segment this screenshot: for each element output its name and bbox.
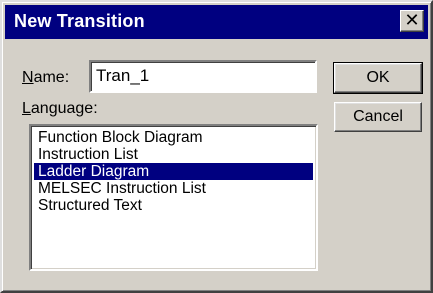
name-label: Name: [22,69,70,86]
close-button[interactable]: ✕ [400,10,424,32]
name-input[interactable]: Tran_1 [89,60,317,93]
new-transition-dialog: New Transition ✕ Name: Tran_1 Language: … [0,0,433,293]
language-option-structured-text[interactable]: Structured Text [34,197,313,214]
language-option-instruction-list[interactable]: Instruction List [34,146,313,163]
language-option-function-block-diagram[interactable]: Function Block Diagram [34,129,313,146]
ok-button[interactable]: OK [333,62,423,94]
language-option-ladder-diagram[interactable]: Ladder Diagram [34,163,313,180]
close-icon: ✕ [404,10,420,31]
language-listbox[interactable]: Function Block Diagram Instruction List … [29,124,318,271]
cancel-button[interactable]: Cancel [334,102,422,132]
dialog-title: New Transition [14,11,145,31]
language-option-melsec-instruction-list[interactable]: MELSEC Instruction List [34,180,313,197]
language-label: Language: [22,100,98,117]
title-bar[interactable]: New Transition ✕ [5,5,428,39]
